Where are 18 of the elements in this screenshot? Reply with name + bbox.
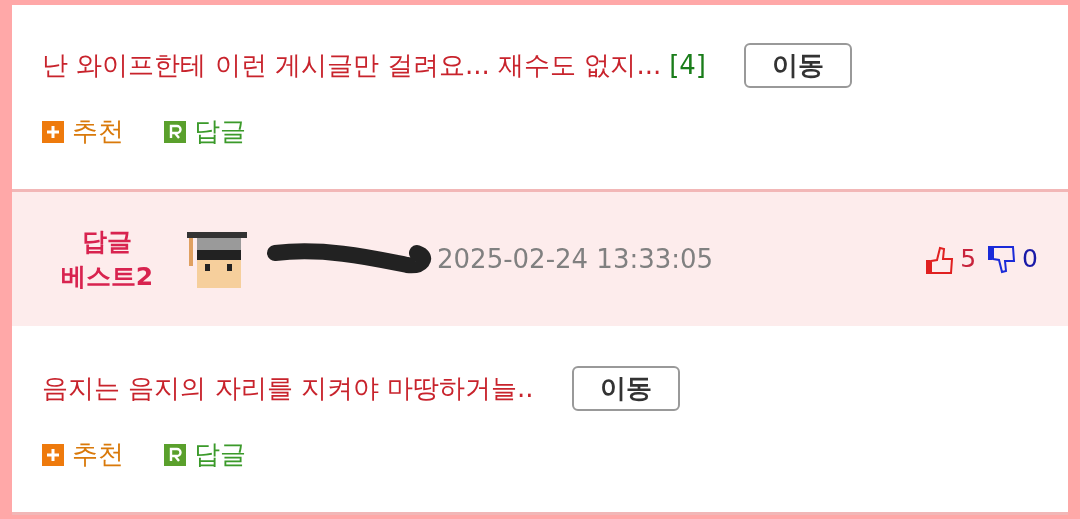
post-title[interactable]: 난 와이프한테 이런 게시글만 걸려요... 재수도 없지... bbox=[42, 46, 662, 85]
best-reply-label: 답글 bbox=[81, 226, 133, 258]
dislike-count: 0 bbox=[1022, 243, 1038, 276]
move-button[interactable]: 이동 bbox=[571, 365, 680, 412]
post-title[interactable]: 음지는 음지의 자리를 지켜야 마땅하거늘.. bbox=[42, 369, 534, 408]
post-timestamp: 2025-02-24 13:33:05 bbox=[437, 242, 714, 276]
reply-icon bbox=[164, 443, 186, 466]
plus-icon bbox=[42, 120, 64, 143]
like-count: 5 bbox=[960, 243, 977, 276]
best-reply-label: 베스트2 bbox=[59, 261, 155, 293]
reply-icon bbox=[164, 120, 186, 143]
recommend-link[interactable]: 추천 bbox=[72, 435, 124, 475]
reply-link[interactable]: 답글 bbox=[194, 112, 246, 152]
recommend-link[interactable]: 추천 bbox=[72, 112, 124, 152]
move-button[interactable]: 이동 bbox=[744, 42, 853, 89]
plus-icon bbox=[42, 443, 64, 466]
comment-count: [4] bbox=[669, 49, 707, 82]
reply-link[interactable]: 답글 bbox=[194, 435, 246, 475]
